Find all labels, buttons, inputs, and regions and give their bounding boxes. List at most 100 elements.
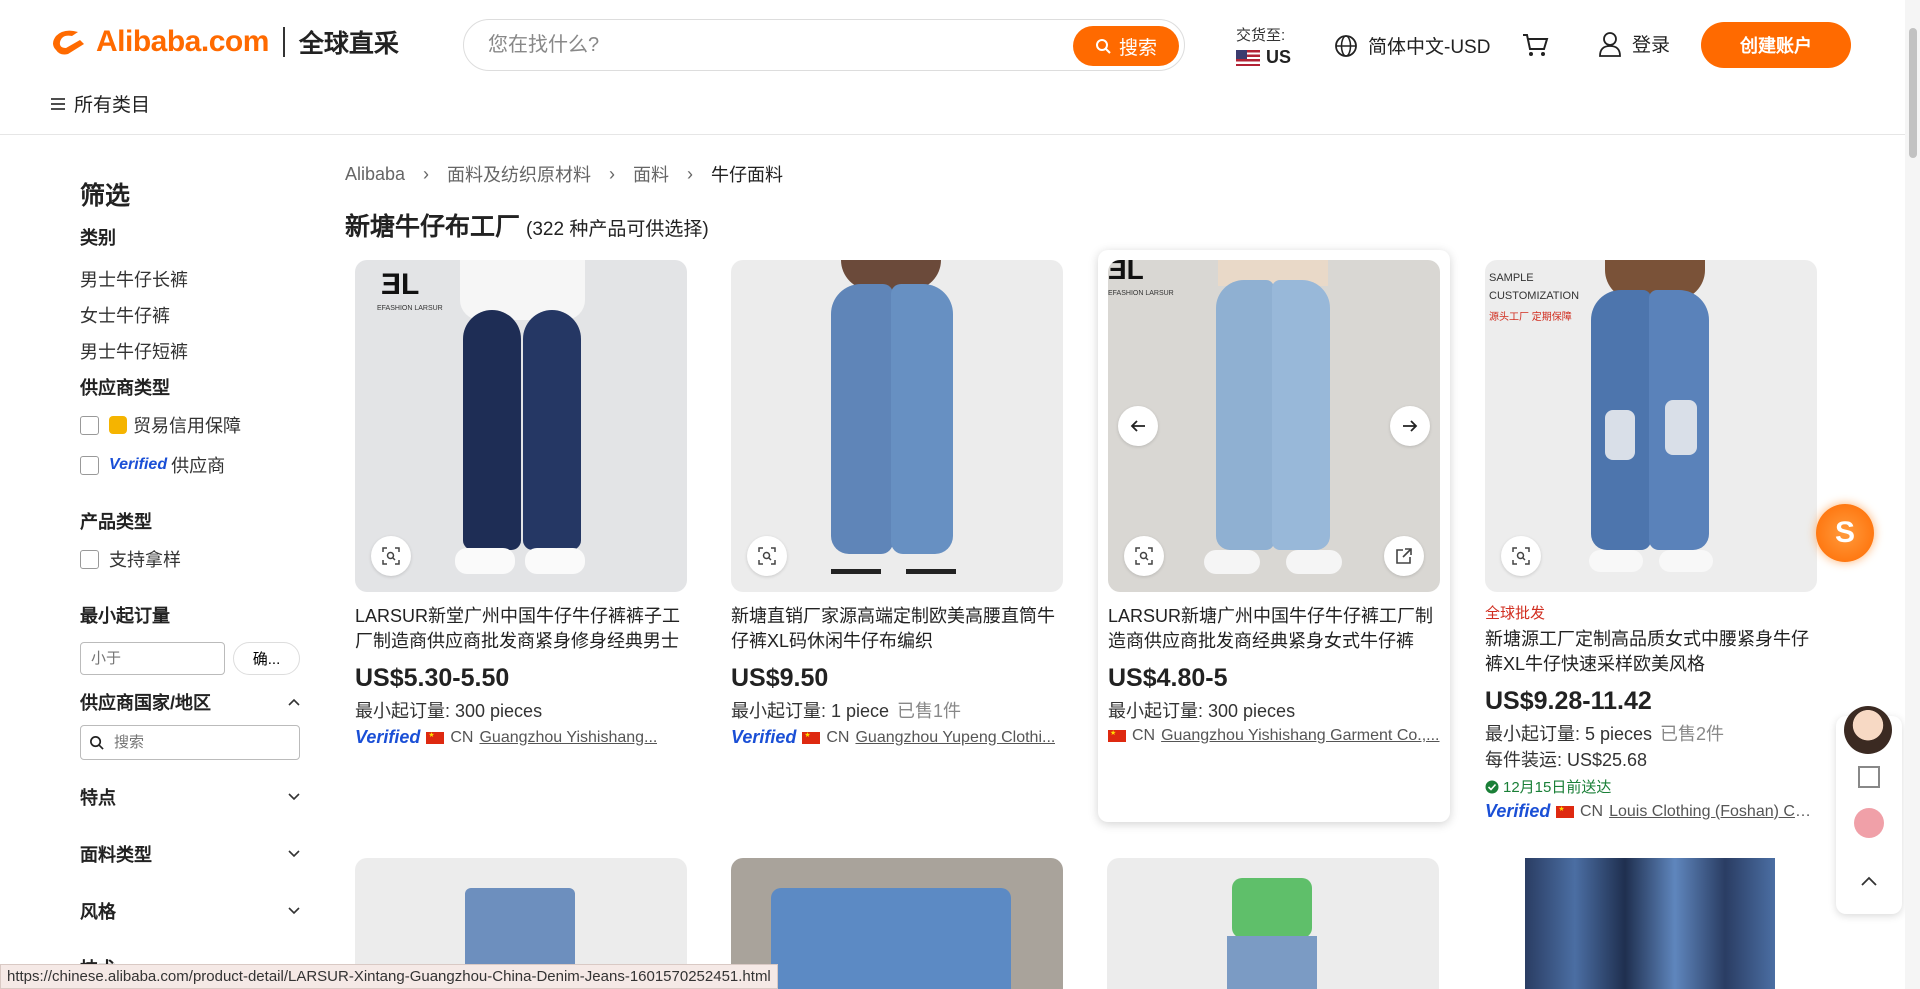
- chevron-down-icon: [288, 793, 300, 801]
- verified-badge: Verified: [1485, 801, 1551, 821]
- supplier-name-link[interactable]: Louis Clothing (Foshan) Co....: [1609, 803, 1817, 821]
- previous-image-button[interactable]: [1118, 406, 1158, 446]
- jeans-right-leg: [523, 310, 581, 550]
- image-search-icon: [758, 547, 776, 565]
- category-heading: 类别: [80, 228, 116, 248]
- product-image[interactable]: SAMPLE CUSTOMIZATION 源头工厂 定期保障: [1485, 260, 1817, 592]
- all-categories-menu[interactable]: 所有类目: [50, 90, 150, 117]
- supplier-name-link[interactable]: Guangzhou Yishishang Garment Co.,...: [1161, 727, 1439, 745]
- category-mens-jeans[interactable]: 男士牛仔长裤: [80, 266, 300, 292]
- image-search-icon: [1512, 547, 1530, 565]
- arrow-right-icon: [1403, 420, 1418, 432]
- cart-button[interactable]: [1521, 32, 1549, 63]
- moq-text: 最小起订量: 300 pieces: [355, 701, 543, 721]
- next-image-button[interactable]: [1390, 406, 1430, 446]
- product-title[interactable]: 新塘源工厂定制高品质女式中腰紧身牛仔裤XL牛仔快速采样欧美风格: [1485, 627, 1817, 677]
- product-title[interactable]: LARSUR新塘广州中国牛仔牛仔裤工厂制造商供应商批发商经典紧身女式牛仔裤: [1108, 604, 1440, 654]
- moq-input[interactable]: [80, 642, 225, 675]
- search-button[interactable]: 搜索: [1073, 26, 1179, 66]
- us-flag-icon: [1236, 49, 1260, 66]
- product-title[interactable]: 新塘直销厂家源高端定制欧美高腰直筒牛仔裤XL码休闲牛仔布编织: [731, 604, 1063, 654]
- product-image[interactable]: [731, 858, 1063, 989]
- moq-confirm-button[interactable]: 确...: [233, 642, 300, 675]
- chevron-right-icon: ›: [423, 163, 430, 184]
- delivery-date: 12月15日前送达: [1503, 779, 1612, 796]
- qr-code-icon[interactable]: [1858, 766, 1880, 788]
- product-image[interactable]: [1485, 858, 1817, 989]
- language-label: 简体中文-USD: [1368, 37, 1491, 58]
- filter-verified-supplier[interactable]: Verified 供应商: [80, 452, 300, 478]
- trade-assurance-label: 贸易信用保障: [133, 416, 241, 436]
- product-price: US$4.80-5: [1108, 664, 1228, 692]
- sample-text-2: CUSTOMIZATION: [1489, 290, 1580, 302]
- alibaba-logo-icon: [53, 30, 84, 55]
- search-input[interactable]: [488, 20, 1008, 70]
- brand-logo-caption: EFASHION LARSUR: [377, 305, 443, 312]
- search-button-label: 搜索: [1118, 37, 1157, 59]
- image-search-button[interactable]: [1124, 536, 1164, 576]
- breadcrumb-alibaba[interactable]: Alibaba: [345, 164, 405, 185]
- sample-text-red: 源头工厂 定期保障: [1489, 312, 1572, 323]
- breadcrumb-fabric[interactable]: 面料: [633, 161, 669, 187]
- region-heading: 供应商国家/地区: [80, 693, 212, 713]
- china-flag-icon: [426, 731, 445, 744]
- trade-assurance-checkbox[interactable]: [80, 415, 99, 435]
- ripped-patch-1: [1605, 410, 1635, 460]
- filter-trade-assurance[interactable]: 贸易信用保障: [80, 412, 300, 438]
- deliver-to-country: US: [1266, 47, 1292, 67]
- product-image[interactable]: ƎL EFASHION LARSUR: [1108, 260, 1440, 592]
- fabric-type-filter-toggle[interactable]: 面料类型: [80, 841, 300, 867]
- filter-sample-support[interactable]: 支持拿样: [80, 546, 300, 572]
- category-womens-jeans[interactable]: 女士牛仔裤: [80, 302, 300, 328]
- supplier-info: Verified CN Louis Clothing (Foshan) Co..…: [1485, 801, 1817, 822]
- avatar[interactable]: [1844, 706, 1892, 754]
- moq-text: 最小起订量: 5 pieces: [1485, 724, 1653, 744]
- sample-support-checkbox[interactable]: [80, 549, 99, 569]
- supplier-info: CN Guangzhou Yishishang Garment Co.,...: [1108, 727, 1440, 745]
- verified-supplier-checkbox[interactable]: [80, 455, 99, 475]
- chevron-right-icon: ›: [687, 163, 694, 184]
- moq-heading: 最小起订量: [80, 606, 170, 626]
- product-title[interactable]: LARSUR新堂广州中国牛仔牛仔裤裤子工厂制造商供应商批发商紧身修身经典男士牛.…: [355, 604, 687, 654]
- scroll-top-icon[interactable]: [1861, 876, 1877, 886]
- china-flag-icon: [802, 731, 821, 744]
- create-account-button[interactable]: 创建账户: [1701, 22, 1851, 68]
- features-filter-toggle[interactable]: 特点: [80, 784, 300, 810]
- language-currency-selector[interactable]: 简体中文-USD: [1334, 32, 1490, 59]
- page-scrollbar[interactable]: [1905, 0, 1920, 989]
- product-image[interactable]: [1107, 858, 1439, 989]
- brand-logo-caption: EFASHION LARSUR: [1108, 290, 1174, 297]
- product-image[interactable]: [731, 260, 1063, 592]
- product-card[interactable]: 新塘直销厂家源高端定制欧美高腰直筒牛仔裤XL码休闲牛仔布编织 US$9.50 最…: [731, 260, 1063, 748]
- product-card[interactable]: ƎL EFASHION LARSUR LARSUR新塘广州中国牛仔牛仔裤工厂制造…: [1098, 250, 1450, 822]
- region-filter-toggle[interactable]: 供应商国家/地区: [80, 689, 300, 715]
- right-shoe: [525, 548, 585, 574]
- product-card[interactable]: SAMPLE CUSTOMIZATION 源头工厂 定期保障 全球批发 新塘源工…: [1485, 260, 1817, 822]
- region-search-input[interactable]: [114, 734, 284, 751]
- product-image[interactable]: ƎL EFASHION LARSUR: [355, 260, 687, 592]
- supplier-country: CN: [826, 728, 850, 746]
- login-button[interactable]: 登录: [1598, 30, 1670, 57]
- jeans-right-leg: [1272, 280, 1330, 550]
- category-mens-shorts[interactable]: 男士牛仔短裤: [80, 338, 300, 364]
- image-search-button[interactable]: [1501, 536, 1541, 576]
- translate-icon[interactable]: [1854, 808, 1884, 838]
- image-search-button[interactable]: [747, 536, 787, 576]
- floating-assistant-button[interactable]: S: [1816, 504, 1874, 562]
- jeans-waist: [1227, 936, 1317, 989]
- breadcrumb-textiles[interactable]: 面料及纺织原材料: [447, 161, 591, 187]
- share-button[interactable]: [1384, 536, 1424, 576]
- cart-icon: [1523, 34, 1549, 56]
- status-bar-url: https://chinese.alibaba.com/product-deta…: [0, 964, 778, 989]
- ripped-patch-2: [1665, 400, 1697, 455]
- supplier-name-link[interactable]: Guangzhou Yishishang...: [479, 729, 657, 747]
- image-search-button[interactable]: [371, 536, 411, 576]
- product-card[interactable]: ƎL EFASHION LARSUR LARSUR新堂广州中国牛仔牛仔裤裤子工厂…: [355, 260, 687, 748]
- deliver-to[interactable]: 交货至: US: [1236, 24, 1291, 68]
- alibaba-logo[interactable]: Alibaba.com 全球直采: [48, 24, 399, 60]
- supplier-info: Verified CN Guangzhou Yupeng Clothi...: [731, 727, 1063, 748]
- supplier-name-link[interactable]: Guangzhou Yupeng Clothi...: [855, 729, 1055, 747]
- style-filter-toggle[interactable]: 风格: [80, 898, 300, 924]
- product-price: US$9.28-11.42: [1485, 687, 1652, 715]
- scrollbar-thumb[interactable]: [1909, 28, 1917, 158]
